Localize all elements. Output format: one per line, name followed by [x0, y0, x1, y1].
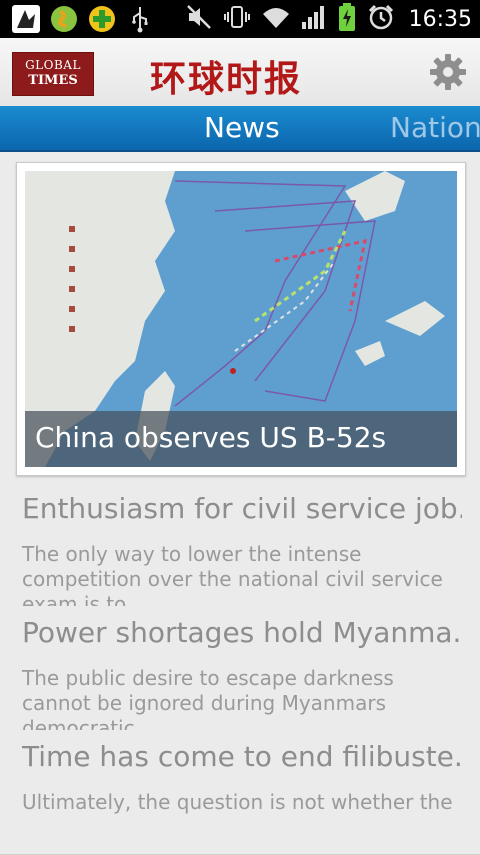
app-header: GLOBAL TIMES 环球时报 — [0, 38, 480, 107]
article-title: Power shortages hold Myanma... — [22, 616, 462, 649]
article-summary: Ultimately, the question is not whether … — [22, 790, 453, 814]
logo-line-2: TIMES — [28, 73, 78, 88]
list-item[interactable]: Power shortages hold Myanma... The publi… — [0, 606, 480, 740]
category-tabs: News Nation — [0, 106, 480, 152]
logo-line-1: GLOBAL — [25, 58, 81, 72]
list-item[interactable]: Enthusiasm for civil service job... The … — [0, 482, 480, 616]
gear-icon[interactable] — [426, 50, 470, 94]
article-title: Time has come to end filibuste... — [22, 740, 462, 773]
article-title: Enthusiasm for civil service job... — [22, 492, 462, 525]
global-times-logo[interactable]: GLOBAL TIMES — [12, 52, 94, 96]
usb-icon — [124, 3, 156, 35]
news-list: China observes US B-52s Enthusiasm for c… — [0, 152, 480, 855]
signal-icon — [301, 4, 327, 34]
app-notification-icon[interactable] — [10, 3, 42, 35]
list-item[interactable]: Time has come to end filibuste... Ultima… — [0, 730, 480, 855]
battery-charging-icon — [337, 2, 357, 36]
alarm-icon — [367, 3, 395, 35]
green-app-icon[interactable] — [48, 3, 80, 35]
vibrate-icon — [223, 3, 251, 35]
featured-headline: China observes US B-52s — [35, 421, 387, 454]
brand-title: 环球时报 — [150, 58, 303, 100]
tab-nation[interactable]: Nation — [390, 106, 480, 150]
featured-caption: China observes US B-52s — [25, 411, 457, 467]
status-bar: 16:35 — [0, 0, 480, 38]
clock-time: 16:35 — [408, 6, 472, 32]
featured-story[interactable]: China observes US B-52s — [16, 162, 466, 476]
add-icon[interactable] — [86, 3, 118, 35]
wifi-icon — [261, 4, 291, 34]
tab-news[interactable]: News — [204, 106, 280, 150]
mute-icon — [185, 3, 213, 35]
